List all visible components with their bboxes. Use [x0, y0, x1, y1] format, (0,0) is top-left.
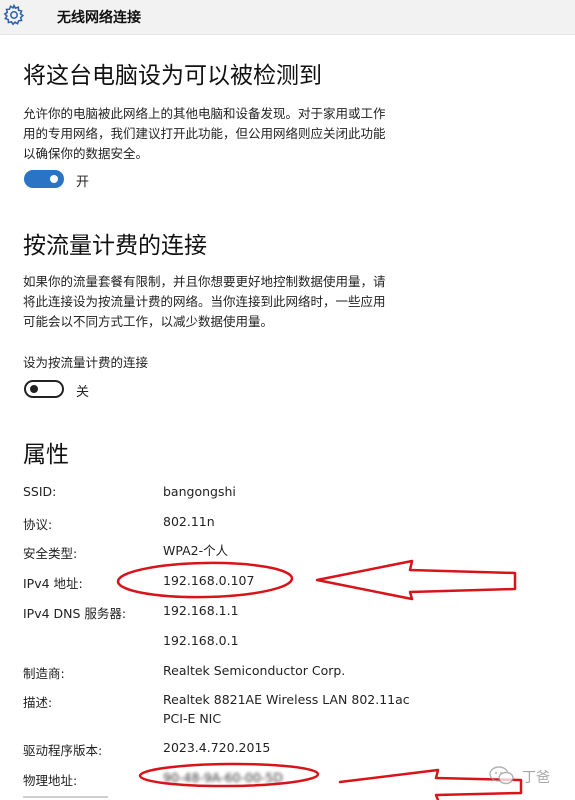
ssid-value: bangongshi [163, 484, 236, 499]
ssid-label: SSID: [23, 484, 57, 499]
discoverable-heading: 将这台电脑设为可以被检测到 [23, 63, 322, 89]
adapter-description-line1: Realtek 8821AE Wireless LAN 802.11ac [163, 692, 410, 707]
ipv4-arrow-icon [315, 559, 517, 601]
ipv4-dns-label: IPv4 DNS 服务器: [23, 606, 127, 621]
toggle-knob [50, 175, 58, 183]
metered-setting-label: 设为按流量计费的连接 [23, 355, 149, 370]
watermark: 丁爸 [488, 762, 568, 792]
ipv4-address-label: IPv4 地址: [23, 576, 83, 591]
gear-icon[interactable] [2, 3, 26, 27]
physical-address-label: 物理地址: [23, 773, 78, 788]
title-bar: 无线网络连接 [0, 0, 575, 35]
metered-description: 如果你的流量套餐有限制，并且你想要更好地控制数据使用量，请 将此连接设为按流量计… [23, 274, 386, 329]
metered-heading: 按流量计费的连接 [23, 233, 207, 259]
security-type-value: WPA2-个人 [163, 543, 229, 558]
ipv4-address-value: 192.168.0.107 [163, 573, 255, 588]
manufacturer-value: Realtek Semiconductor Corp. [163, 663, 346, 678]
wechat-icon [489, 766, 514, 785]
window-title: 无线网络连接 [57, 10, 141, 26]
metered-toggle-state: 关 [76, 385, 90, 400]
security-type-label: 安全类型: [23, 546, 78, 561]
ipv4-dns-value-primary: 192.168.1.1 [163, 603, 239, 618]
discoverable-toggle-state: 开 [76, 175, 90, 190]
properties-heading: 属性 [23, 442, 69, 468]
metered-toggle[interactable] [24, 380, 64, 398]
adapter-description-label: 描述: [23, 695, 53, 710]
driver-version-value: 2023.4.720.2015 [163, 740, 271, 755]
watermark-text: 丁爸 [522, 770, 550, 786]
protocol-label: 协议: [23, 517, 53, 532]
physical-address-value: 90-48-9A-60-00-5D [163, 770, 283, 785]
discoverable-description: 允许你的电脑被此网络上的其他电脑和设备发现。对于家用或工作 用的专用网络，我们建… [23, 106, 386, 161]
scrollbar-hint [23, 796, 108, 798]
adapter-description-line2: PCI-E NIC [163, 711, 222, 726]
driver-version-label: 驱动程序版本: [23, 743, 103, 758]
toggle-knob [30, 385, 38, 393]
discoverable-toggle[interactable] [24, 170, 64, 188]
manufacturer-label: 制造商: [23, 666, 65, 681]
ipv4-dns-value-secondary: 192.168.0.1 [163, 633, 239, 648]
protocol-value: 802.11n [163, 514, 215, 529]
